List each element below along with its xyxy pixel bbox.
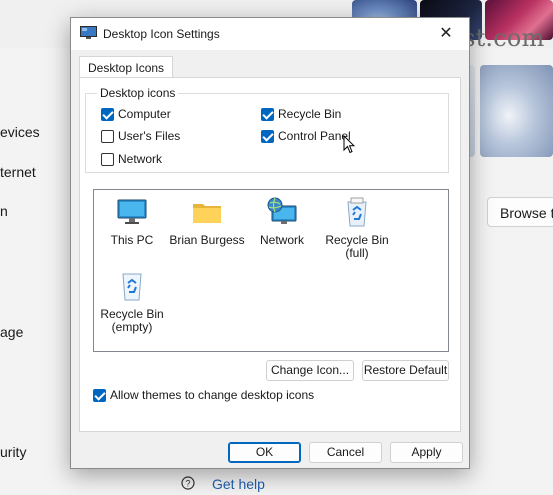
cancel-button[interactable]: Cancel [309, 442, 382, 463]
checkbox-network[interactable]: Network [101, 152, 162, 166]
sidebar-item-language[interactable]: age [0, 324, 23, 340]
list-item-this-pc[interactable]: This PC [92, 196, 172, 247]
recycle-bin-empty-icon [116, 270, 148, 302]
checkbox-allow-themes[interactable]: Allow themes to change desktop icons [93, 388, 314, 402]
ok-button[interactable]: OK [228, 442, 301, 463]
checkbox-label: Allow themes to change desktop icons [110, 388, 315, 402]
restore-default-button[interactable]: Restore Default [362, 360, 449, 381]
tab-desktop-icons[interactable]: Desktop Icons [79, 56, 174, 79]
checkbox-label: Recycle Bin [278, 107, 342, 121]
group-label: Desktop icons [97, 86, 179, 100]
icon-label: Brian Burgess [169, 233, 245, 247]
network-globe-icon [266, 196, 298, 228]
list-item-user-folder[interactable]: Brian Burgess [167, 196, 247, 247]
sidebar-item-internet[interactable]: ternet [0, 164, 36, 180]
checkbox-label: Network [118, 152, 163, 166]
checkbox-box[interactable] [261, 107, 274, 121]
sidebar-item-personalization[interactable]: n [0, 203, 8, 219]
checkbox-label: Computer [118, 107, 171, 121]
recycle-bin-full-icon [341, 196, 373, 228]
mouse-pointer-icon [343, 135, 355, 154]
desktop-settings-icon [80, 26, 97, 40]
wallpaper-thumbnail-5[interactable] [480, 65, 553, 157]
checkbox-computer[interactable]: Computer [101, 107, 171, 121]
list-item-network[interactable]: Network [242, 196, 322, 247]
icon-label: Recycle Bin (full) [325, 233, 389, 260]
apply-button[interactable]: Apply [390, 442, 463, 463]
change-icon-button[interactable]: Change Icon... [266, 360, 354, 381]
folder-icon [191, 196, 223, 228]
icon-label: Recycle Bin (empty) [100, 307, 164, 334]
checkbox-box[interactable] [101, 107, 114, 121]
desktop-icon-settings-dialog: Desktop Icon Settings ✕ Desktop Icons De… [70, 17, 470, 469]
monitor-icon [116, 196, 148, 228]
checkbox-label: User's Files [118, 129, 181, 143]
checkbox-box[interactable] [101, 129, 114, 143]
sidebar-item-security[interactable]: urity [0, 444, 26, 460]
list-item-recycle-bin-empty[interactable]: Recycle Bin (empty) [92, 270, 172, 334]
checkbox-box[interactable] [101, 152, 114, 166]
browse-button[interactable]: Browse t [487, 197, 553, 227]
get-help-link[interactable]: Get help [212, 476, 265, 492]
checkbox-control-panel[interactable]: Control Panel [261, 129, 351, 143]
svg-text:?: ? [185, 479, 190, 489]
list-item-recycle-bin-full[interactable]: Recycle Bin (full) [317, 196, 397, 260]
checkbox-box[interactable] [93, 388, 106, 402]
sidebar-item-devices[interactable]: evices [0, 124, 40, 140]
icon-list[interactable]: This PC Brian Burgess Network Recycle Bi… [93, 189, 449, 352]
help-icon: ? [180, 476, 196, 492]
dialog-title: Desktop Icon Settings [103, 27, 220, 41]
checkbox-users-files[interactable]: User's Files [101, 129, 180, 143]
checkbox-recycle-bin[interactable]: Recycle Bin [261, 107, 341, 121]
dialog-close-button[interactable]: ✕ [423, 18, 469, 50]
dialog-titlebar[interactable]: Desktop Icon Settings ✕ [71, 18, 469, 50]
icon-label: This PC [110, 233, 154, 247]
checkbox-box[interactable] [261, 129, 274, 143]
icon-label: Network [259, 233, 304, 247]
checkbox-label: Control Panel [278, 129, 351, 143]
